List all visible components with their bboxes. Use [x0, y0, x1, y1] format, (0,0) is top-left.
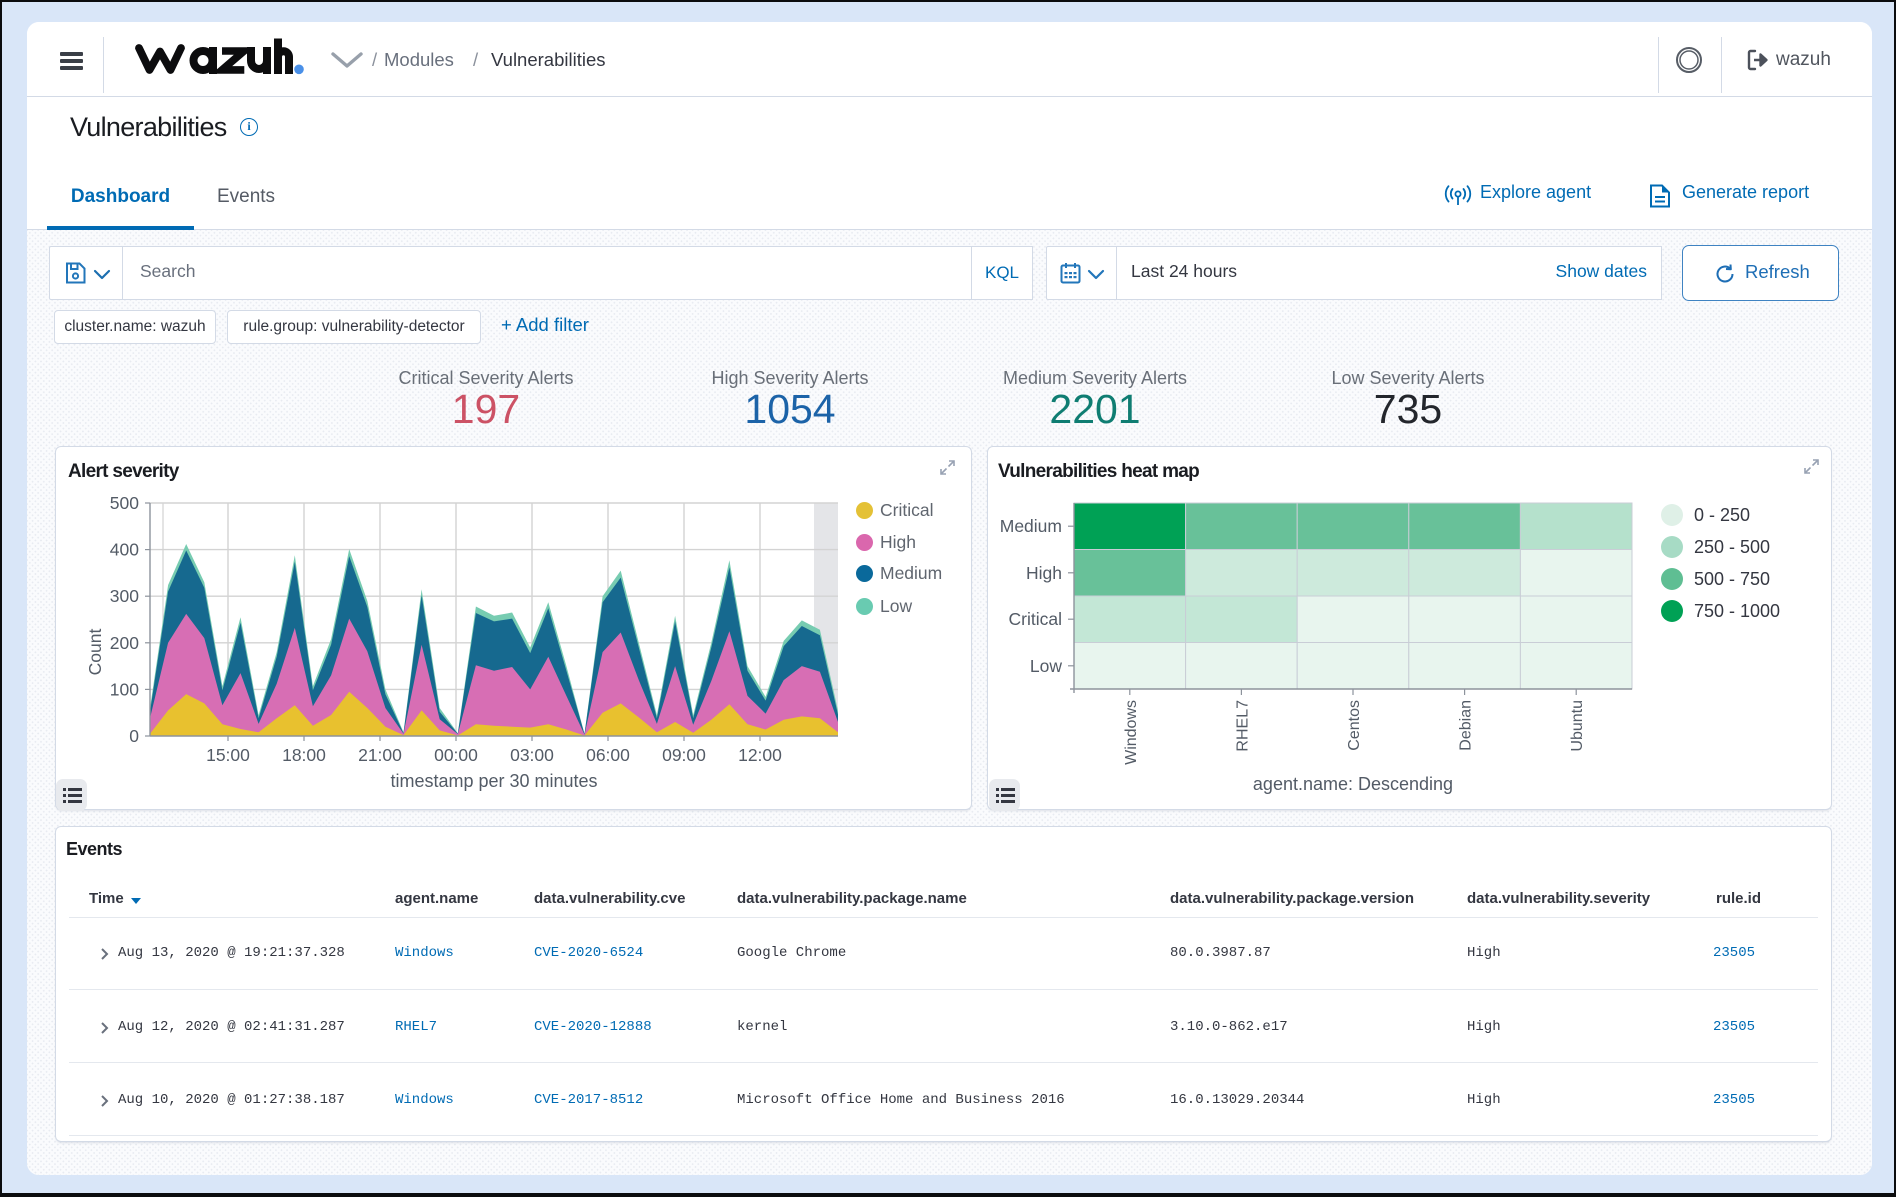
svg-text:00:00: 00:00	[434, 745, 478, 765]
svg-text:agent.name: Descending: agent.name: Descending	[1253, 774, 1453, 794]
svg-text:Count: Count	[85, 629, 105, 676]
svg-text:timestamp per 30 minutes: timestamp per 30 minutes	[390, 771, 597, 791]
svg-text:09:00: 09:00	[662, 745, 706, 765]
svg-text:15:00: 15:00	[206, 745, 250, 765]
svg-text:300: 300	[110, 586, 139, 606]
svg-text:18:00: 18:00	[282, 745, 326, 765]
svg-text:Medium: Medium	[1000, 516, 1062, 536]
svg-text:200: 200	[110, 633, 139, 653]
svg-text:0: 0	[129, 726, 139, 746]
svg-text:100: 100	[110, 679, 139, 699]
svg-text:Debian: Debian	[1458, 700, 1475, 751]
svg-text:500 - 750: 500 - 750	[1694, 569, 1770, 589]
svg-text:250 - 500: 250 - 500	[1694, 537, 1770, 557]
svg-text:0 - 250: 0 - 250	[1694, 505, 1750, 525]
svg-text:400: 400	[110, 540, 139, 560]
svg-text:High: High	[1026, 563, 1062, 583]
svg-text:Ubuntu: Ubuntu	[1569, 700, 1586, 752]
svg-text:12:00: 12:00	[738, 745, 782, 765]
svg-text:750 - 1000: 750 - 1000	[1694, 601, 1780, 621]
svg-text:Centos: Centos	[1346, 700, 1363, 751]
svg-text:500: 500	[110, 493, 139, 513]
svg-text:Windows: Windows	[1123, 700, 1140, 765]
svg-text:21:00: 21:00	[358, 745, 402, 765]
svg-text:Critical: Critical	[1009, 609, 1062, 629]
svg-text:03:00: 03:00	[510, 745, 554, 765]
svg-text:RHEL7: RHEL7	[1234, 700, 1251, 752]
svg-text:06:00: 06:00	[586, 745, 630, 765]
svg-text:Low: Low	[1030, 656, 1062, 676]
